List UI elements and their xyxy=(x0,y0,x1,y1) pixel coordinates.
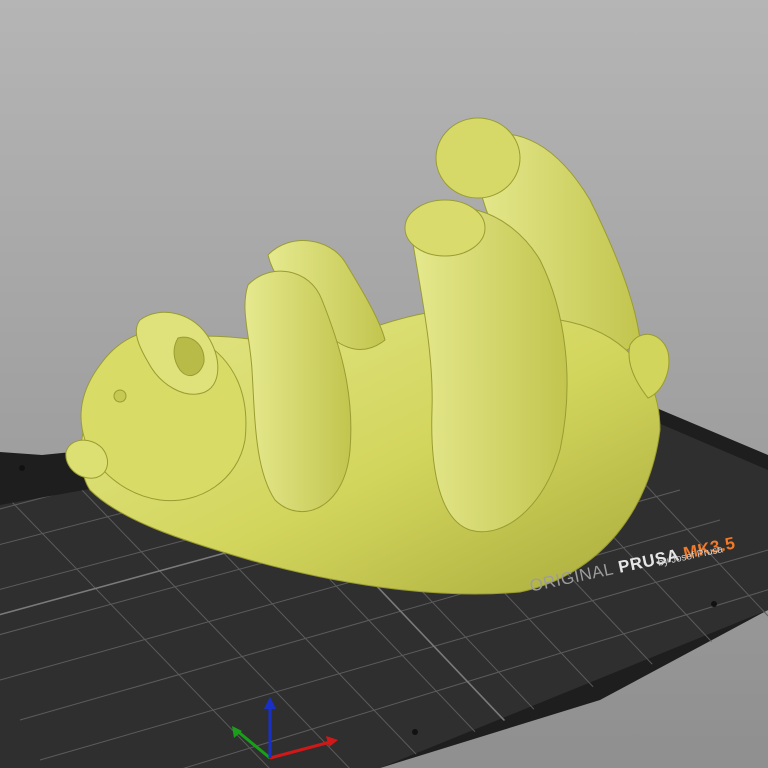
bed-screw xyxy=(19,465,25,471)
bear-model[interactable] xyxy=(65,117,670,595)
bear-foot-pad-right xyxy=(435,117,521,199)
bear-foot-pad-left xyxy=(404,199,486,257)
bear-eye xyxy=(113,389,127,403)
bed-screw xyxy=(711,601,717,607)
3d-viewport[interactable]: ORIGINAL PRUSA MK3.5 by Josef Prusa xyxy=(0,0,768,768)
bed-screw xyxy=(412,729,418,735)
scene-canvas xyxy=(0,117,768,768)
